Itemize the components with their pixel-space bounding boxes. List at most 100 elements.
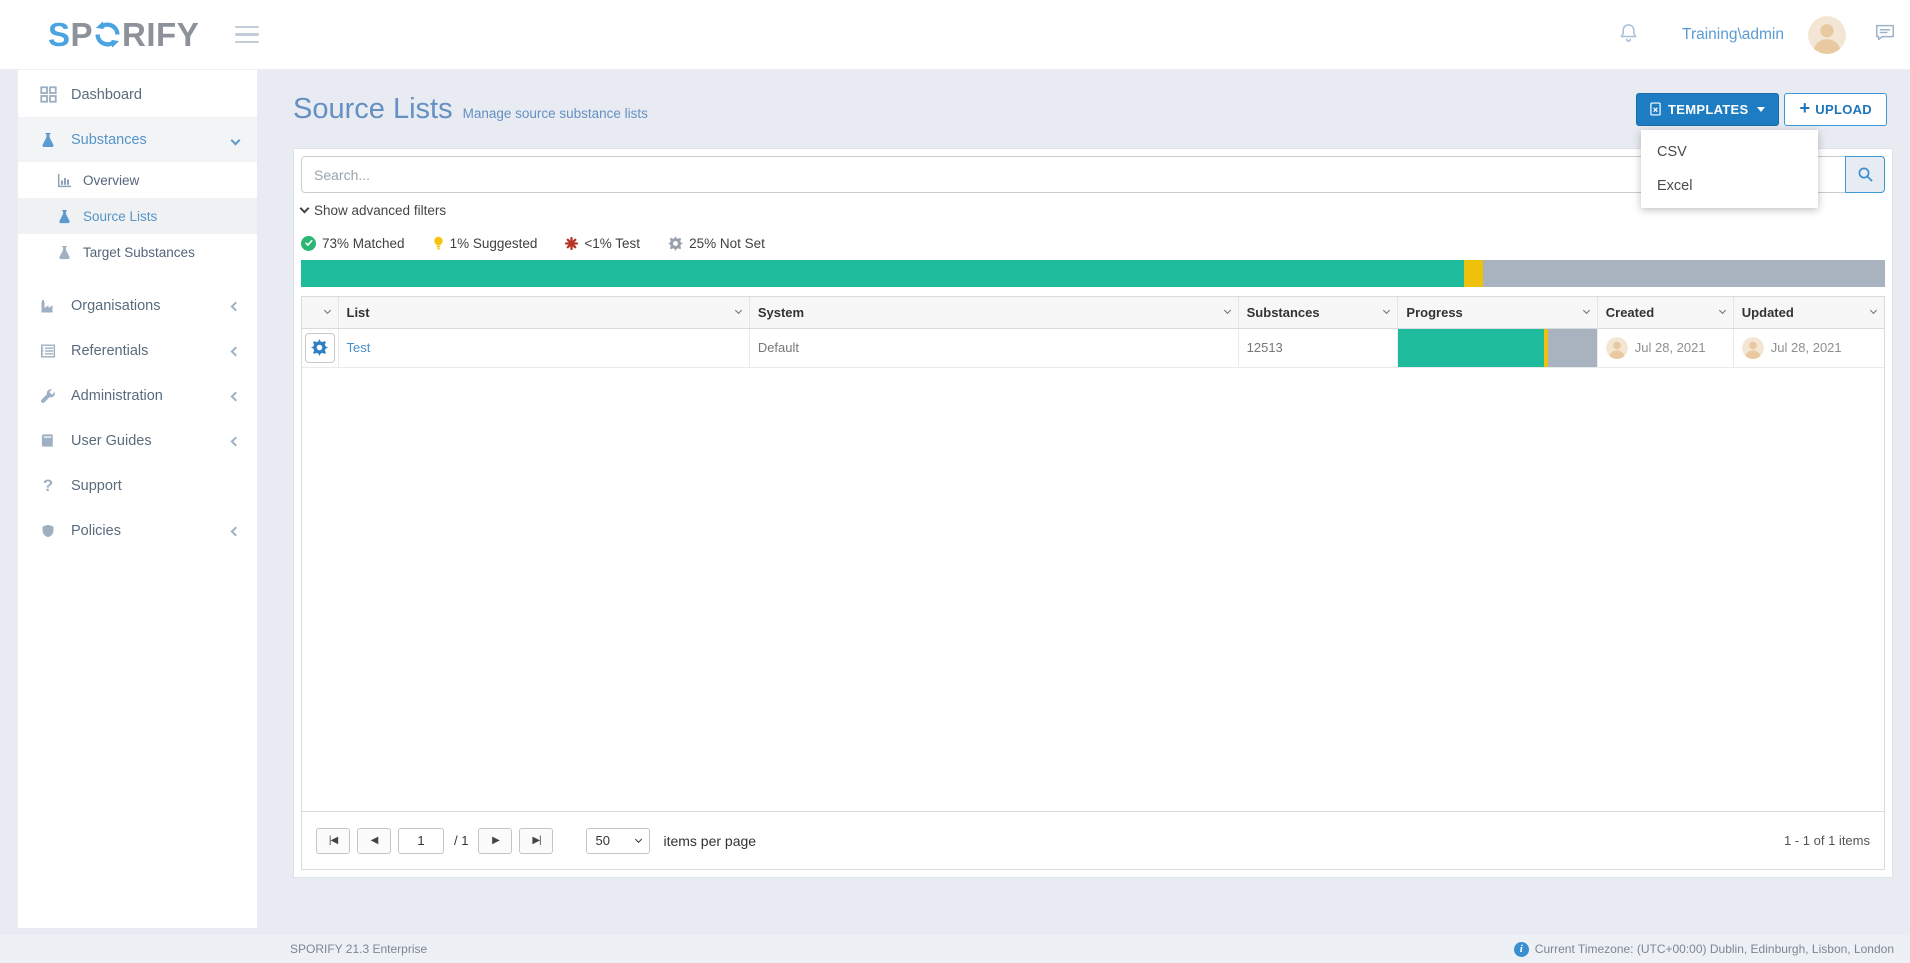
chevron-left-icon bbox=[232, 298, 239, 314]
templates-button[interactable]: TEMPLATES bbox=[1636, 93, 1779, 126]
sidebar-item-label: Organisations bbox=[71, 298, 160, 314]
page-number-input[interactable] bbox=[398, 828, 444, 854]
check-circle-icon bbox=[301, 236, 316, 251]
sidebar-item-label: Support bbox=[71, 478, 122, 494]
sidebar-item-label: Dashboard bbox=[71, 87, 142, 103]
next-page-button[interactable]: ▶ bbox=[478, 828, 512, 854]
sidebar-item-label: Referentials bbox=[71, 343, 148, 359]
messages-chat-icon[interactable] bbox=[1874, 21, 1896, 48]
page-subtitle: Manage source substance lists bbox=[463, 106, 648, 121]
substances-count-cell: 12513 bbox=[1238, 328, 1398, 367]
chevron-down-icon bbox=[300, 204, 310, 214]
sidebar-item-substances[interactable]: Substances bbox=[18, 117, 257, 162]
first-page-button[interactable]: |◀ bbox=[316, 828, 350, 854]
sidebar-item-source-lists[interactable]: Source Lists bbox=[18, 198, 257, 234]
show-advanced-filters-toggle[interactable]: Show advanced filters bbox=[301, 201, 446, 219]
sidebar-item-user-guides[interactable]: User Guides bbox=[18, 418, 257, 463]
last-page-button[interactable]: ▶| bbox=[519, 828, 553, 854]
column-header-system[interactable]: System bbox=[749, 297, 1238, 328]
sidebar: Dashboard Substances Overview Source Lis… bbox=[18, 70, 257, 928]
current-user-link[interactable]: Training\admin bbox=[1682, 26, 1784, 44]
sidebar-item-label: Policies bbox=[71, 523, 121, 539]
sidebar-item-administration[interactable]: Administration bbox=[18, 373, 257, 418]
info-icon: i bbox=[1514, 942, 1529, 957]
menu-item-excel[interactable]: Excel bbox=[1641, 169, 1818, 203]
column-filter-chevron-icon[interactable] bbox=[1583, 307, 1590, 314]
factory-icon bbox=[36, 298, 60, 314]
column-header-actions[interactable] bbox=[302, 297, 338, 328]
list-name-link[interactable]: Test bbox=[347, 340, 371, 355]
chevron-left-icon bbox=[232, 433, 239, 449]
plus-icon: + bbox=[1799, 99, 1810, 117]
page-count-label: / 1 bbox=[454, 833, 468, 848]
chevron-left-icon bbox=[232, 523, 239, 539]
legend-item-suggested: 1% Suggested bbox=[433, 236, 538, 251]
column-filter-chevron-icon[interactable] bbox=[1224, 307, 1231, 314]
page-size-select[interactable]: 50 bbox=[586, 828, 650, 854]
dashboard-grid-icon bbox=[36, 86, 60, 103]
column-filter-chevron-icon[interactable] bbox=[1719, 307, 1726, 314]
filters-toggle-label: Show advanced filters bbox=[314, 203, 446, 218]
column-filter-chevron-icon[interactable] bbox=[735, 307, 742, 314]
lightbulb-icon bbox=[433, 236, 444, 251]
footer: SPORIFY 21.3 Enterprise i Current Timezo… bbox=[0, 935, 1910, 963]
created-cell: Jul 28, 2021 bbox=[1606, 337, 1725, 359]
row-settings-gear-button[interactable] bbox=[305, 333, 335, 363]
flask-icon bbox=[36, 132, 60, 148]
hamburger-menu-icon[interactable] bbox=[231, 22, 263, 48]
sidebar-item-support[interactable]: ? Support bbox=[18, 463, 257, 508]
flask-icon bbox=[54, 209, 74, 224]
upload-button-label: UPLOAD bbox=[1815, 102, 1872, 117]
sidebar-item-label: Administration bbox=[71, 388, 163, 404]
match-status-legend: 73% Matched 1% Suggested <1% Test 25% No… bbox=[301, 233, 1885, 253]
page-header: Source Lists Manage source substance lis… bbox=[293, 70, 1893, 148]
column-header-progress[interactable]: Progress bbox=[1398, 297, 1597, 328]
app-version-label: SPORIFY 21.3 Enterprise bbox=[290, 942, 427, 956]
system-cell: Default bbox=[749, 328, 1238, 367]
source-lists-grid: List System Substances Progress Created … bbox=[301, 296, 1885, 870]
excel-file-icon bbox=[1650, 102, 1661, 116]
chevron-down-icon bbox=[635, 835, 642, 842]
sidebar-item-overview[interactable]: Overview bbox=[18, 162, 257, 198]
notifications-bell-icon[interactable] bbox=[1617, 21, 1640, 49]
updater-avatar bbox=[1742, 337, 1764, 359]
column-header-created[interactable]: Created bbox=[1597, 297, 1733, 328]
updated-cell: Jul 28, 2021 bbox=[1742, 337, 1876, 359]
column-filter-chevron-icon[interactable] bbox=[323, 307, 330, 314]
page-title: Source Lists bbox=[293, 93, 453, 126]
gear-icon bbox=[668, 236, 683, 251]
legend-item-matched: 73% Matched bbox=[301, 236, 405, 251]
bar-chart-icon bbox=[54, 173, 74, 188]
sidebar-item-target-substances[interactable]: Target Substances bbox=[18, 234, 257, 270]
book-icon bbox=[36, 433, 60, 448]
column-header-list[interactable]: List bbox=[338, 297, 749, 328]
question-mark-icon: ? bbox=[36, 476, 60, 496]
topbar: SP RIFY Training\admin bbox=[0, 0, 1910, 70]
sidebar-item-organisations[interactable]: Organisations bbox=[18, 283, 257, 328]
list-icon bbox=[36, 343, 60, 359]
upload-button[interactable]: + UPLOAD bbox=[1784, 93, 1887, 126]
legend-item-not-set: 25% Not Set bbox=[668, 236, 765, 251]
wrench-icon bbox=[36, 388, 60, 404]
chevron-left-icon bbox=[232, 343, 239, 359]
column-filter-chevron-icon[interactable] bbox=[1870, 307, 1877, 314]
column-header-updated[interactable]: Updated bbox=[1733, 297, 1884, 328]
sidebar-item-dashboard[interactable]: Dashboard bbox=[18, 72, 257, 117]
search-icon bbox=[1857, 166, 1874, 183]
column-filter-chevron-icon[interactable] bbox=[1383, 307, 1390, 314]
logo-text-rify: RIFY bbox=[122, 16, 199, 54]
menu-item-csv[interactable]: CSV bbox=[1641, 135, 1818, 169]
items-per-page-label: items per page bbox=[663, 833, 756, 849]
creator-avatar bbox=[1606, 337, 1628, 359]
sidebar-item-policies[interactable]: Policies bbox=[18, 508, 257, 553]
logo-text-p: P bbox=[71, 16, 94, 53]
row-progress-bar bbox=[1398, 329, 1596, 367]
sidebar-item-referentials[interactable]: Referentials bbox=[18, 328, 257, 373]
sidebar-item-label: User Guides bbox=[71, 433, 152, 449]
overall-progress-bar bbox=[301, 260, 1885, 287]
asterisk-icon bbox=[565, 237, 578, 250]
previous-page-button[interactable]: ◀ bbox=[357, 828, 391, 854]
search-button[interactable] bbox=[1845, 156, 1885, 193]
user-avatar[interactable] bbox=[1808, 16, 1846, 54]
column-header-substances[interactable]: Substances bbox=[1238, 297, 1398, 328]
